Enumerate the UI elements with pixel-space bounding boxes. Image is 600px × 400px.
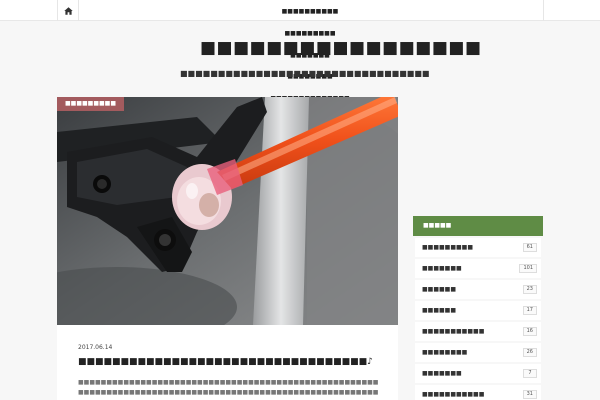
nav-item-1[interactable]: ■■■■■■■■■■ xyxy=(250,8,370,15)
post-excerpt-line-2: ■■■■■■■■■■■■■■■■■■■■■■■■■■■■■■■■■■■■■■■■… xyxy=(78,389,378,396)
category-label: ■■■■■■ xyxy=(422,306,457,314)
category-label: ■■■■■■■■■ xyxy=(422,243,474,251)
category-item[interactable]: ■■■■■■ 23 xyxy=(415,279,541,299)
site-title[interactable]: ■■■■■■■■■■■■■■■■■ xyxy=(200,38,481,58)
post-title[interactable]: ■■■■■■■■■■■■■■■■■■■■■■■■■■■■■■■■■■♪ xyxy=(78,357,373,367)
post-excerpt: ■■■■■■■■■■■■■■■■■■■■■■■■■■■■■■■■■■■■■■■■… xyxy=(78,378,378,400)
category-count: 17 xyxy=(522,305,537,315)
bicycle-brake-photo xyxy=(57,97,398,325)
category-count: 31 xyxy=(522,389,537,399)
category-item[interactable]: ■■■■■■■■■■■ 16 xyxy=(415,321,541,341)
category-item[interactable]: ■■■■■■ 17 xyxy=(415,300,541,320)
post-excerpt-line-1: ■■■■■■■■■■■■■■■■■■■■■■■■■■■■■■■■■■■■■■■■… xyxy=(78,379,378,386)
category-item[interactable]: ■■■■■■■■■ 61 xyxy=(415,237,541,257)
home-button[interactable] xyxy=(57,0,79,21)
home-icon xyxy=(63,6,73,15)
post-card: 2017.06.14 ■■■■■■■■■■■■■■■■■■■■■■■■■■■■■… xyxy=(57,325,398,400)
widget-title: ■■■■■ xyxy=(413,216,543,236)
post-thumbnail[interactable]: ■■■■■■■■■ xyxy=(57,97,398,325)
category-count: 61 xyxy=(522,242,537,252)
category-label: ■■■■■■ xyxy=(422,285,457,293)
nav-item-2[interactable]: ■■■■■■■■■ xyxy=(250,30,370,37)
category-item[interactable]: ■■■■■■■ 101 xyxy=(415,258,541,278)
category-count: 101 xyxy=(519,263,537,273)
category-count: 16 xyxy=(522,326,537,336)
post-date: 2017.06.14 xyxy=(78,344,113,351)
site-description: ■■■■■■■■■■■■■■■■■■■■■■■■■■■■■■■■■ xyxy=(180,69,430,78)
category-count: 26 xyxy=(522,347,537,357)
category-list: ■■■■■■■■■ 61 ■■■■■■■ 101 ■■■■■■ 23 ■■■■■■ 17… xyxy=(413,237,543,400)
category-item[interactable]: ■■■■■■■■ 26 xyxy=(415,342,541,362)
category-label: ■■■■■■■ xyxy=(422,369,462,377)
category-count: 7 xyxy=(523,368,537,378)
category-item[interactable]: ■■■■■■■ 7 xyxy=(415,363,541,383)
category-item[interactable]: ■■■■■■■■■■■ 31 xyxy=(415,384,541,400)
category-label: ■■■■■■■■■■■ xyxy=(422,390,485,398)
topbar-divider xyxy=(543,0,544,21)
category-badge[interactable]: ■■■■■■■■■ xyxy=(57,97,125,111)
category-label: ■■■■■■■■■■■ xyxy=(422,327,485,335)
category-label: ■■■■■■■ xyxy=(422,264,462,272)
category-label: ■■■■■■■■ xyxy=(422,348,468,356)
category-count: 23 xyxy=(522,284,537,294)
category-widget: ■■■■■ ■■■■■■■■■ 61 ■■■■■■■ 101 ■■■■■■ 23 ■■… xyxy=(413,216,543,400)
